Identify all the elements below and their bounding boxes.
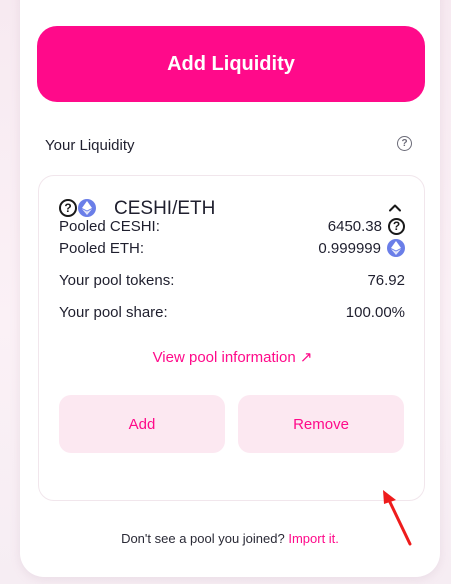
row-label: Your pool tokens: (59, 271, 175, 289)
row-label: Pooled ETH: (59, 239, 145, 257)
add-button[interactable]: Add (59, 395, 225, 453)
row-value: 100.00% (345, 303, 405, 321)
question-circle-icon[interactable]: ? (397, 136, 412, 151)
pooled-eth-row: Pooled ETH: 0.999999 (59, 232, 405, 264)
row-value: 76.92 (367, 271, 405, 289)
your-liquidity-heading: Your Liquidity (45, 137, 135, 154)
row-label: Your pool share: (59, 303, 168, 321)
pool-position-panel: ? CESHI/ETH Pooled CESHI: 6450.38 ? Pool… (38, 175, 425, 501)
add-liquidity-button[interactable]: Add Liquidity (37, 26, 425, 102)
pool-tokens-row: Your pool tokens: 76.92 (59, 264, 405, 296)
pool-share-row: Your pool share: 100.00% (59, 296, 405, 328)
annotation-arrow-icon (383, 490, 412, 546)
liquidity-card: Add Liquidity Your Liquidity ? ? CESHI/E… (20, 0, 440, 577)
view-pool-information-link[interactable]: View pool information ↗ (39, 348, 426, 366)
row-value: 0.999999 (318, 239, 405, 257)
import-it-link[interactable]: Import it. (288, 531, 339, 546)
value-text: 0.999999 (318, 239, 381, 257)
remove-button[interactable]: Remove (238, 395, 404, 453)
import-pool-prompt: Don't see a pool you joined? Import it. (20, 531, 440, 546)
import-prompt-text: Don't see a pool you joined? (121, 531, 289, 546)
eth-icon (387, 239, 405, 257)
